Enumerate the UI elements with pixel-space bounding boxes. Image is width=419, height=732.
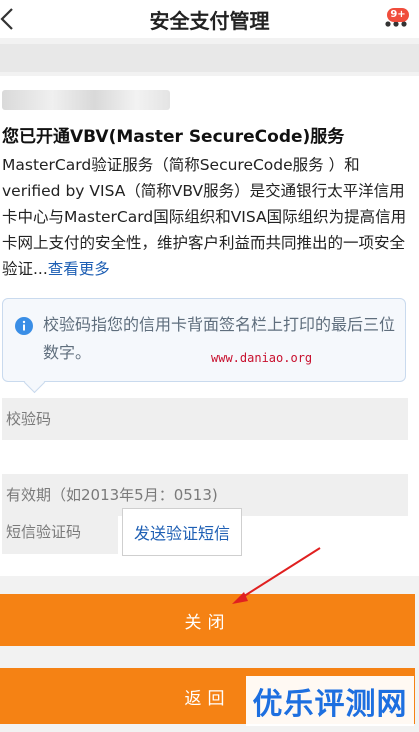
see-more-link[interactable]: 查看更多 <box>48 260 110 278</box>
separator-band <box>0 44 419 72</box>
site-logo-watermark: 优乐评测网 <box>246 676 414 726</box>
page: 安全支付管理 9+ 您已开通VBV(Master SecureCode)服务 M… <box>0 0 419 732</box>
chevron-left-icon[interactable] <box>0 6 22 32</box>
sms-code-input[interactable] <box>2 510 118 554</box>
cvv-input[interactable] <box>2 398 408 440</box>
watermark-url: www.daniao.org <box>211 351 313 365</box>
more-button[interactable]: 9+ <box>383 8 411 34</box>
cvv-tooltip: 校验码指您的信用卡背面签名栏上打印的最后三位数字。 www.daniao.org <box>2 298 406 382</box>
close-button[interactable]: 关闭 <box>0 594 415 646</box>
top-bar: 安全支付管理 9+ <box>0 0 419 38</box>
service-title: 您已开通VBV(Master SecureCode)服务 <box>2 127 345 147</box>
send-sms-button[interactable]: 发送验证短信 <box>122 508 242 556</box>
blurred-card-number <box>2 90 170 110</box>
vbv-service-card: 您已开通VBV(Master SecureCode)服务 MasterCard验… <box>0 76 419 576</box>
info-icon <box>15 317 33 335</box>
notification-badge: 9+ <box>387 8 409 22</box>
page-title: 安全支付管理 <box>149 8 270 33</box>
service-description: MasterCard验证服务（简称SecureCode服务 ）和verified… <box>2 152 414 282</box>
